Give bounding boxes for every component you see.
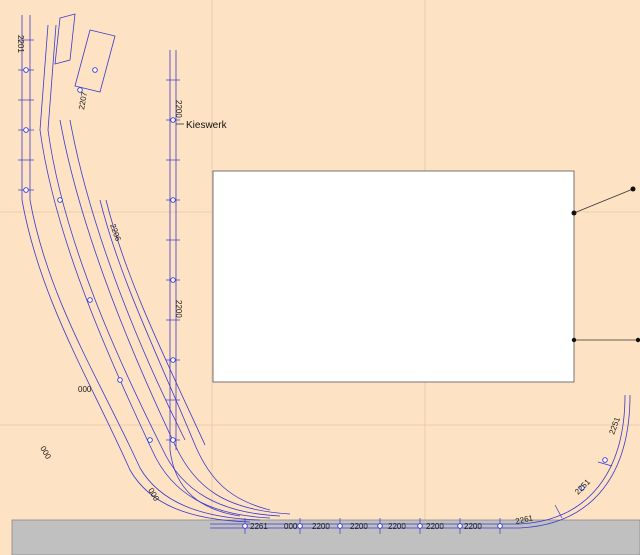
track-code: 2200 [464,522,482,531]
track-code: 2200 [388,522,406,531]
node [57,197,63,203]
track-code: 2200 [174,100,183,118]
track-code: 2200 [426,522,444,531]
track-code: 2200 [312,522,330,531]
node [337,523,343,529]
connector-point [630,186,636,192]
connector-point [635,337,640,343]
track-code: 2200 [174,300,183,318]
node [23,67,29,73]
node [23,127,29,133]
connector-point [571,210,577,216]
track-plan-canvas: Kieswerk 2200 2200 2201 2207 2206 2261 0… [0,0,640,555]
node [92,67,98,73]
building-area [212,170,575,383]
track-code: 000 [284,522,298,531]
node [297,523,303,529]
node [170,437,176,443]
track-code: 2261 [250,522,268,531]
node [147,437,153,443]
track-code: 2200 [350,522,368,531]
node [87,297,93,303]
node [23,187,29,193]
track-code: 2201 [16,35,25,53]
node [457,523,463,529]
node [170,197,176,203]
kieswerk-label: Kieswerk [186,120,228,131]
node [602,457,608,463]
node [242,523,248,529]
node [417,523,423,529]
node [377,523,383,529]
track-plan-drawing: Kieswerk 2200 2200 2201 2207 2206 2261 0… [0,0,640,555]
node [170,357,176,363]
node [170,117,176,123]
node [497,523,503,529]
node [117,377,123,383]
node [170,277,176,283]
connector-point [571,337,577,343]
zero-label: 000 [78,385,92,394]
